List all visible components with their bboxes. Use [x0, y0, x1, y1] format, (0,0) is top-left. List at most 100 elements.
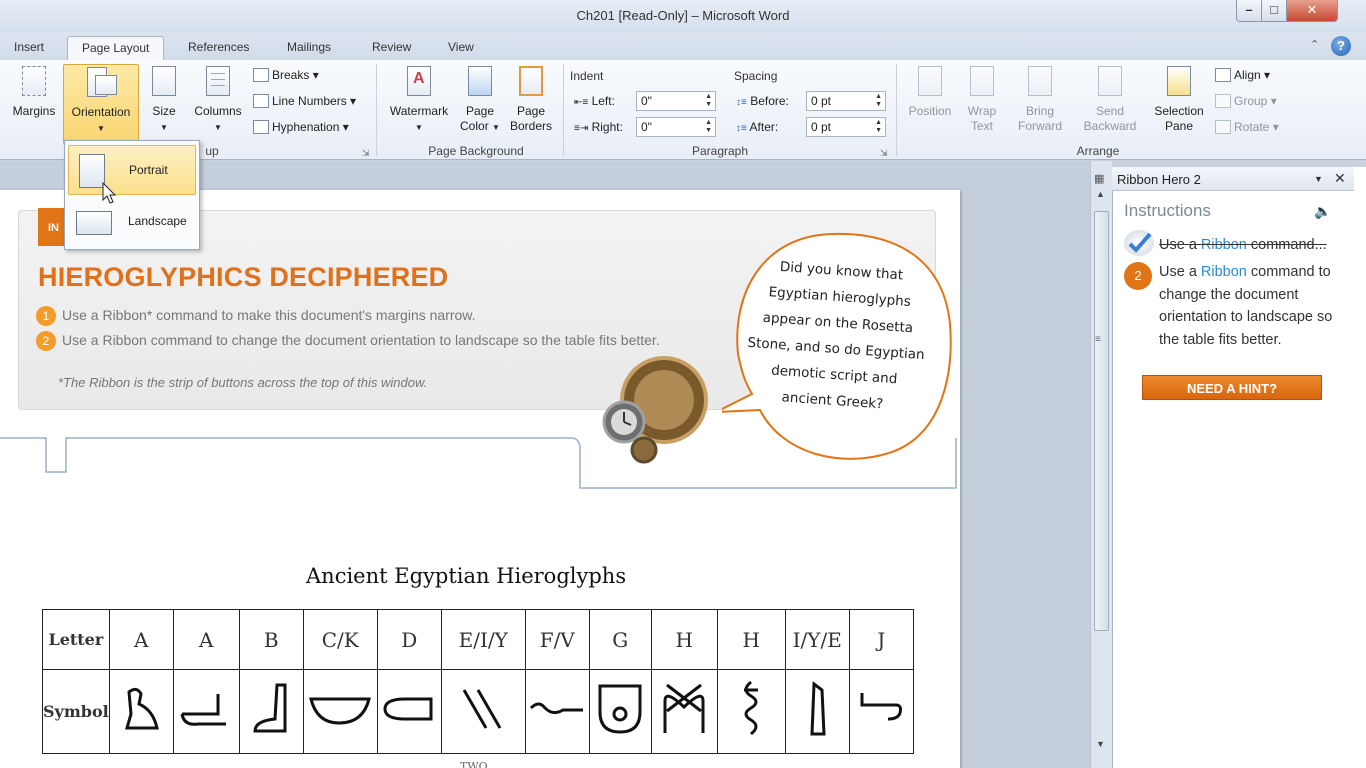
step-2-ribbon-link[interactable]: Ribbon [1201, 264, 1247, 280]
spacing-after-input[interactable]: 0 pt ▲ ▼ [806, 117, 886, 137]
columns-button[interactable]: Columns ▼ [190, 64, 246, 135]
table-cell: H [716, 609, 786, 670]
indent-right-input[interactable]: 0" ▲ ▼ [636, 117, 716, 137]
maximize-button[interactable]: □ [1261, 0, 1287, 22]
ruler-toggle-icon[interactable]: ▦ [1094, 172, 1104, 185]
mouse-pointer-icon [102, 182, 117, 204]
close-icon: ✕ [1306, 2, 1318, 17]
bring-forward-button[interactable]: Bring Forward [1008, 64, 1072, 134]
instructions-heading: Instructions [1124, 201, 1211, 220]
rotate-icon [1215, 120, 1231, 134]
line-numbers-icon [253, 94, 269, 108]
size-button[interactable]: Size ▼ [144, 64, 184, 135]
tab-insert[interactable]: Insert [0, 36, 58, 60]
group-button[interactable]: Group ▾ [1215, 92, 1277, 110]
wrap-text-button[interactable]: Wrap Text [960, 64, 1004, 134]
indent-left-input[interactable]: 0" ▲ ▼ [636, 91, 716, 111]
bring-forward-icon [1024, 64, 1056, 100]
hyphenation-button[interactable]: Hyphenation ▾ [253, 118, 349, 136]
orientation-button[interactable]: Orientation ▼ [63, 64, 139, 144]
page-borders-button[interactable]: Page Borders [506, 64, 556, 134]
rotate-button[interactable]: Rotate ▾ [1215, 118, 1279, 136]
indent-left-label: ⇤≡ Left: [574, 94, 615, 108]
orientation-menu: Portrait Landscape [64, 140, 200, 250]
page-setup-launcher-icon[interactable]: ⇲ [362, 148, 370, 159]
title-bar: Ch201 [Read-Only] – Microsoft Word – □ ✕ [0, 0, 1366, 32]
close-button[interactable]: ✕ [1286, 0, 1338, 22]
checkmark-icon [1124, 230, 1154, 256]
table-cell: E/I/Y [440, 609, 526, 670]
spacing-before-input[interactable]: 0 pt ▲ ▼ [806, 91, 886, 111]
tab-page-layout[interactable]: Page Layout [67, 36, 165, 60]
position-label: Position [908, 104, 952, 118]
spinner-icon[interactable]: ▲ ▼ [705, 93, 712, 109]
page-color-button[interactable]: Page Color ▼ [456, 64, 504, 135]
minimize-icon: – [1245, 2, 1253, 17]
align-button[interactable]: Align ▾ [1215, 66, 1270, 84]
arm-glyph-icon [172, 669, 240, 754]
breaks-icon [253, 68, 269, 82]
position-button[interactable]: Position [902, 64, 958, 119]
portrait-label: Portrait [129, 163, 168, 177]
pane-close-icon[interactable]: ✕ [1334, 170, 1346, 187]
scroll-thumb[interactable] [1094, 211, 1109, 631]
document-step-1: 1 Use a Ribbon* command to make this docu… [36, 306, 476, 326]
document-scrollbar[interactable]: ▲ ▼ [1090, 161, 1112, 768]
table-cell: F/V [524, 609, 590, 670]
step-1-pre: Use a [1159, 237, 1201, 253]
margins-button[interactable]: Margins [6, 64, 62, 119]
indent-right-label: ≡⇥ Right: [574, 120, 623, 134]
step-1-ribbon-link[interactable]: Ribbon [1201, 237, 1247, 253]
spinner-icon[interactable]: ▲ ▼ [705, 119, 712, 135]
document-heading: HIEROGLYPHICS DECIPHERED [38, 262, 449, 292]
line-numbers-button[interactable]: Line Numbers ▾ [253, 92, 356, 110]
size-icon [148, 64, 180, 100]
basket-handle-glyph-icon [848, 669, 914, 754]
tab-mailings[interactable]: Mailings [273, 36, 345, 60]
spinner-icon[interactable]: ▲ ▼ [875, 119, 882, 135]
arrange-group-label: Arrange [1076, 144, 1120, 158]
speaker-icon[interactable]: 🔈 [1314, 203, 1331, 220]
paragraph-launcher-icon[interactable]: ⇲ [880, 148, 888, 159]
scroll-up-icon[interactable]: ▲ [1096, 189, 1105, 199]
tab-references[interactable]: References [174, 36, 263, 60]
clock-gear-icon [602, 356, 708, 464]
breaks-button[interactable]: Breaks ▾ [253, 66, 319, 84]
table-cell: C/K [302, 609, 378, 670]
orientation-landscape-item[interactable]: Landscape [68, 197, 196, 247]
wrap-text-label: Wrap [967, 104, 997, 118]
minimize-button[interactable]: – [1236, 0, 1262, 22]
need-hint-button[interactable]: NEED A HINT? [1142, 375, 1322, 400]
twisted-flax-glyph-icon [716, 669, 786, 754]
tab-review[interactable]: Review [358, 36, 425, 60]
bring-forward-label: Bring [1025, 104, 1054, 118]
minimize-ribbon-icon[interactable]: ⌃ [1310, 38, 1319, 51]
group-icon [1215, 94, 1231, 108]
wrap-text-label-2: Text [970, 119, 993, 133]
columns-label: Columns [194, 104, 242, 118]
position-icon [914, 64, 946, 100]
scroll-down-icon[interactable]: ▼ [1096, 739, 1105, 749]
hieroglyph-table: Letter A A B C/K D E/I/Y F/V G H H I/Y/E… [42, 609, 914, 754]
reeds-glyph-icon [440, 669, 526, 754]
selection-pane-button[interactable]: Selection Pane [1148, 64, 1210, 134]
table-row: Letter A A B C/K D E/I/Y F/V G H H I/Y/E… [42, 609, 914, 670]
ribbon-tabs: Insert Page Layout References Mailings R… [0, 32, 1366, 60]
page-borders-label-2: Borders [509, 119, 553, 133]
watermark-button[interactable]: A Watermark ▼ [384, 64, 454, 135]
basket-glyph-icon [302, 669, 378, 754]
spinner-icon[interactable]: ▲ ▼ [875, 93, 882, 109]
table-cell: D [376, 609, 442, 670]
orientation-portrait-item[interactable]: Portrait [68, 145, 196, 195]
watermark-icon: A [403, 64, 435, 100]
pane-step-1: Use a Ribbon command... [1159, 234, 1355, 257]
tab-view[interactable]: View [434, 36, 488, 60]
orientation-icon [85, 65, 117, 101]
rotate-label: Rotate [1234, 120, 1270, 134]
send-backward-button[interactable]: Send Backward [1074, 64, 1146, 134]
spacing-after-label: ↕≡ After: [736, 120, 779, 134]
vulture-glyph-icon [108, 669, 174, 754]
pane-options-icon[interactable]: ▼ [1314, 174, 1323, 184]
wrap-text-icon [966, 64, 998, 100]
help-icon[interactable]: ? [1331, 36, 1351, 56]
